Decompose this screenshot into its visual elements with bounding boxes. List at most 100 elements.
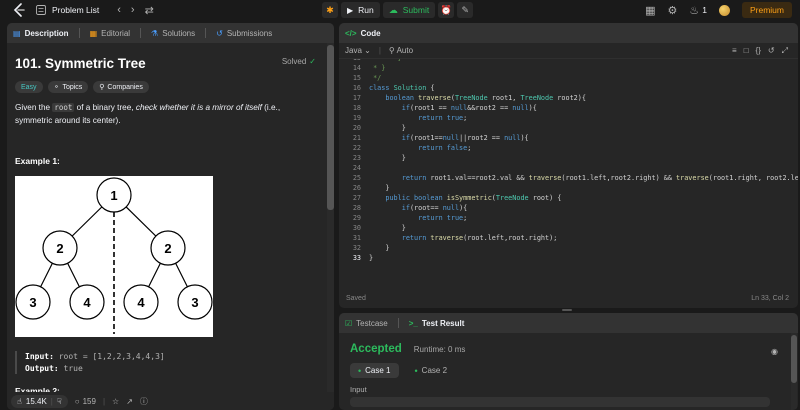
list-icon (36, 5, 46, 15)
gear-icon[interactable]: ⚙ (668, 0, 678, 20)
comments-button[interactable]: ○ 159 (75, 397, 96, 406)
code-text: if(root== null){ (401, 204, 468, 212)
tab-testcase-label: Testcase (356, 318, 388, 328)
left-tabbar: ▤ Description ▦ Editorial ⚗ Solutions ↺ … (7, 23, 334, 43)
code-line[interactable]: 23 } (339, 153, 798, 163)
code-text: } (369, 184, 390, 192)
panel-resize-handle[interactable] (562, 309, 572, 311)
format-icon[interactable]: ≡ (732, 46, 737, 56)
tab-test-result-label: Test Result (421, 318, 465, 328)
problem-list-button[interactable]: Problem List (36, 5, 99, 15)
code-line[interactable]: 16 class Solution { (339, 83, 798, 93)
run-button[interactable]: ▶ Run (341, 2, 380, 18)
companies-chip[interactable]: ⚲ Companies (93, 81, 149, 93)
case-tab-2[interactable]: • Case 2 (407, 363, 456, 378)
tab-submissions[interactable]: ↺ Submissions (216, 29, 272, 38)
auto-label: Auto (396, 46, 414, 55)
code-line[interactable]: 17 boolean traverse(TreeNode root1, Tree… (339, 93, 798, 103)
code-text: if(root1==null||root2 == null){ (401, 134, 529, 142)
tab-code[interactable]: </> Code (345, 29, 381, 38)
symmetric-tree-diagram: 1 2 2 3 4 4 3 (15, 176, 213, 337)
code-line[interactable]: 32 } (339, 243, 798, 253)
like-button[interactable]: ☝ 15.4K | ☟ (11, 394, 68, 408)
case-tab-1[interactable]: • Case 1 (350, 363, 399, 378)
footer-divider: | (102, 396, 106, 406)
submit-button[interactable]: ☁ Submit (382, 2, 436, 18)
prev-problem-icon[interactable]: ‹ (117, 0, 121, 20)
line-number: 30 (352, 224, 361, 232)
layout-grid-icon[interactable]: ▦ (645, 0, 655, 20)
code-line[interactable]: 27 public boolean isSymmetric(TreeNode r… (339, 193, 798, 203)
line-number: 14 (352, 64, 361, 72)
code-panel: </> Code Java ⌄ | ⚲ Auto ≡ □ {} ↺ ⤢ 13 *… (339, 23, 798, 308)
tab-testcase[interactable]: ☑ Testcase (345, 319, 388, 328)
result-scrollbar-thumb[interactable] (791, 335, 797, 383)
bookmark-icon[interactable]: □ (744, 46, 749, 56)
language-label: Java (345, 46, 362, 55)
check-circle-icon: ✓ (309, 57, 316, 66)
code-line[interactable]: 26 } (339, 183, 798, 193)
code-line[interactable]: 15 */ (339, 73, 798, 83)
line-number: 28 (352, 204, 361, 212)
line-number: 21 (352, 134, 361, 142)
code-line[interactable]: 22 return false; (339, 143, 798, 153)
language-select[interactable]: Java ⌄ (345, 46, 371, 55)
code-line[interactable]: 20 } (339, 123, 798, 133)
reset-icon[interactable]: ↺ (768, 46, 775, 56)
tab-description-label: Description (24, 28, 69, 38)
tab-editorial[interactable]: ▦ Editorial (90, 29, 130, 38)
code-line[interactable]: 18 if(root1 == null&&root2 == null){ (339, 103, 798, 113)
code-line[interactable]: 14 * } (339, 63, 798, 73)
expand-icon[interactable]: ⤢ (782, 46, 788, 56)
saved-status: Saved (346, 295, 366, 302)
code-text: * } (369, 64, 386, 72)
code-line[interactable]: 21 if(root1==null||root2 == null){ (339, 133, 798, 143)
lock-icon: ⚲ (99, 84, 105, 91)
notes-button[interactable]: ✎ (457, 2, 474, 18)
code-line[interactable]: 31 return traverse(root.left,root.right)… (339, 233, 798, 243)
code-editor[interactable]: 13 * }14 * }15 */16class Solution {17 bo… (339, 59, 798, 289)
tab-solutions[interactable]: ⚗ Solutions (151, 29, 195, 38)
like-count: 15.4K (25, 396, 47, 406)
topics-chip[interactable]: ⚬ Topics (47, 81, 89, 93)
debug-button[interactable]: ✱ (322, 2, 338, 18)
tab-description[interactable]: ▤ Description (13, 29, 69, 38)
eye-icon[interactable]: ◉ (771, 347, 778, 356)
input-display (350, 397, 770, 407)
code-text: } (369, 254, 374, 262)
problem-list-label: Problem List (52, 5, 100, 15)
tab-test-result[interactable]: >_ Test Result (409, 319, 465, 328)
code-line[interactable]: 33} (339, 253, 798, 263)
line-number: 25 (352, 174, 361, 182)
code-line[interactable]: 28 if(root== null){ (339, 203, 798, 213)
difficulty-badge[interactable]: Easy (15, 81, 43, 93)
next-problem-icon[interactable]: › (131, 0, 135, 20)
code-line[interactable]: 29 return true; (339, 213, 798, 223)
leetcode-logo[interactable] (12, 3, 26, 17)
run-label: Run (358, 5, 374, 15)
share-icon[interactable]: ↗ (126, 397, 133, 406)
bug-icon: ✱ (326, 4, 334, 15)
code-text: if(root1 == null&&root2 == null){ (401, 104, 537, 112)
code-line[interactable]: 24 (339, 163, 798, 173)
description-panel: ▤ Description ▦ Editorial ⚗ Solutions ↺ … (7, 23, 334, 410)
tab-code-label: Code (360, 28, 381, 38)
streak-counter[interactable]: ♨ 1 (689, 0, 707, 20)
shuffle-icon[interactable]: ⇄ (145, 0, 154, 20)
code-line[interactable]: 25 return root1.val==root2.val && traver… (339, 173, 798, 183)
help-icon[interactable]: ⓘ (140, 396, 148, 407)
auto-mode[interactable]: ⚲ Auto (389, 46, 413, 55)
cursor-position: Ln 33, Col 2 (751, 295, 789, 302)
editor-toolbar: Java ⌄ | ⚲ Auto ≡ □ {} ↺ ⤢ (339, 43, 798, 59)
avatar[interactable] (718, 4, 730, 16)
tree-node-label: 1 (110, 188, 117, 203)
divider: | (50, 396, 53, 406)
code-line[interactable]: 30 } (339, 223, 798, 233)
thumbs-down-icon[interactable]: ☟ (57, 397, 62, 406)
premium-button[interactable]: Premium (741, 2, 792, 18)
code-line[interactable]: 19 return true; (339, 113, 798, 123)
braces-icon[interactable]: {} (756, 46, 761, 56)
timer-button[interactable]: ⏰ (438, 2, 455, 18)
description-scrollbar-thumb[interactable] (327, 45, 334, 210)
star-icon[interactable]: ☆ (112, 397, 119, 406)
